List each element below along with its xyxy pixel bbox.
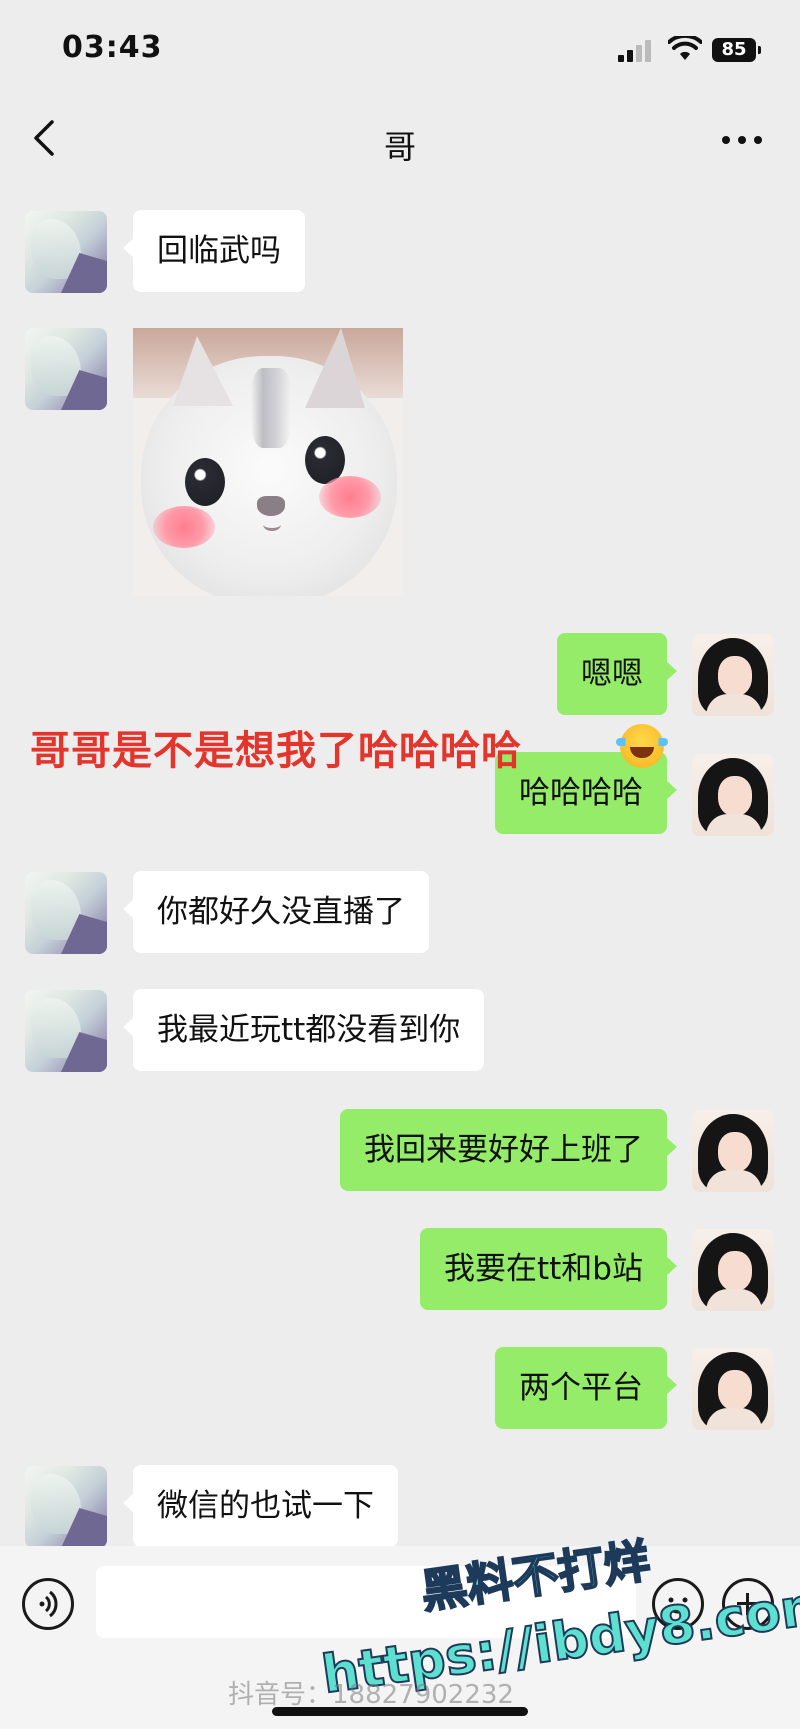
my-avatar[interactable] [692, 754, 774, 836]
outgoing-message-bubble[interactable]: 我回来要好好上班了 [340, 1109, 677, 1191]
overlay-caption: 哥哥是不是想我了哈哈哈哈 [30, 728, 522, 774]
battery-indicator: 85 [712, 38, 761, 62]
my-avatar[interactable] [692, 1229, 774, 1311]
laughing-tears-emoji-icon [616, 724, 668, 768]
contact-avatar[interactable] [25, 990, 107, 1072]
watermark-douyin-id: 抖音号：18827902232 [228, 1680, 514, 1710]
incoming-message-bubble[interactable]: 微信的也试一下 [123, 1465, 398, 1547]
voice-icon [39, 1590, 58, 1618]
my-avatar[interactable] [692, 634, 774, 716]
crying-cat-sticker[interactable] [133, 328, 403, 596]
contact-avatar[interactable] [25, 872, 107, 954]
incoming-message-bubble[interactable]: 回临武吗 [123, 210, 305, 292]
my-avatar[interactable] [692, 1110, 774, 1192]
incoming-message-bubble[interactable]: 你都好久没直播了 [123, 871, 429, 953]
chat-title: 哥 [383, 128, 416, 166]
voice-input-button[interactable] [22, 1578, 74, 1630]
wifi-icon [668, 36, 702, 60]
signal-icon [618, 40, 651, 62]
more-options-icon[interactable] [720, 130, 764, 150]
outgoing-message-bubble[interactable]: 嗯嗯 [557, 633, 677, 715]
contact-avatar[interactable] [25, 211, 107, 293]
contact-avatar[interactable] [25, 328, 107, 410]
status-time: 03:43 [62, 30, 163, 65]
incoming-message-bubble[interactable]: 我最近玩tt都没看到你 [122, 989, 485, 1071]
my-avatar[interactable] [692, 1348, 774, 1430]
outgoing-message-bubble[interactable]: 我要在tt和b站 [420, 1228, 677, 1310]
contact-avatar[interactable] [25, 1466, 107, 1548]
outgoing-message-bubble[interactable]: 两个平台 [495, 1347, 677, 1429]
